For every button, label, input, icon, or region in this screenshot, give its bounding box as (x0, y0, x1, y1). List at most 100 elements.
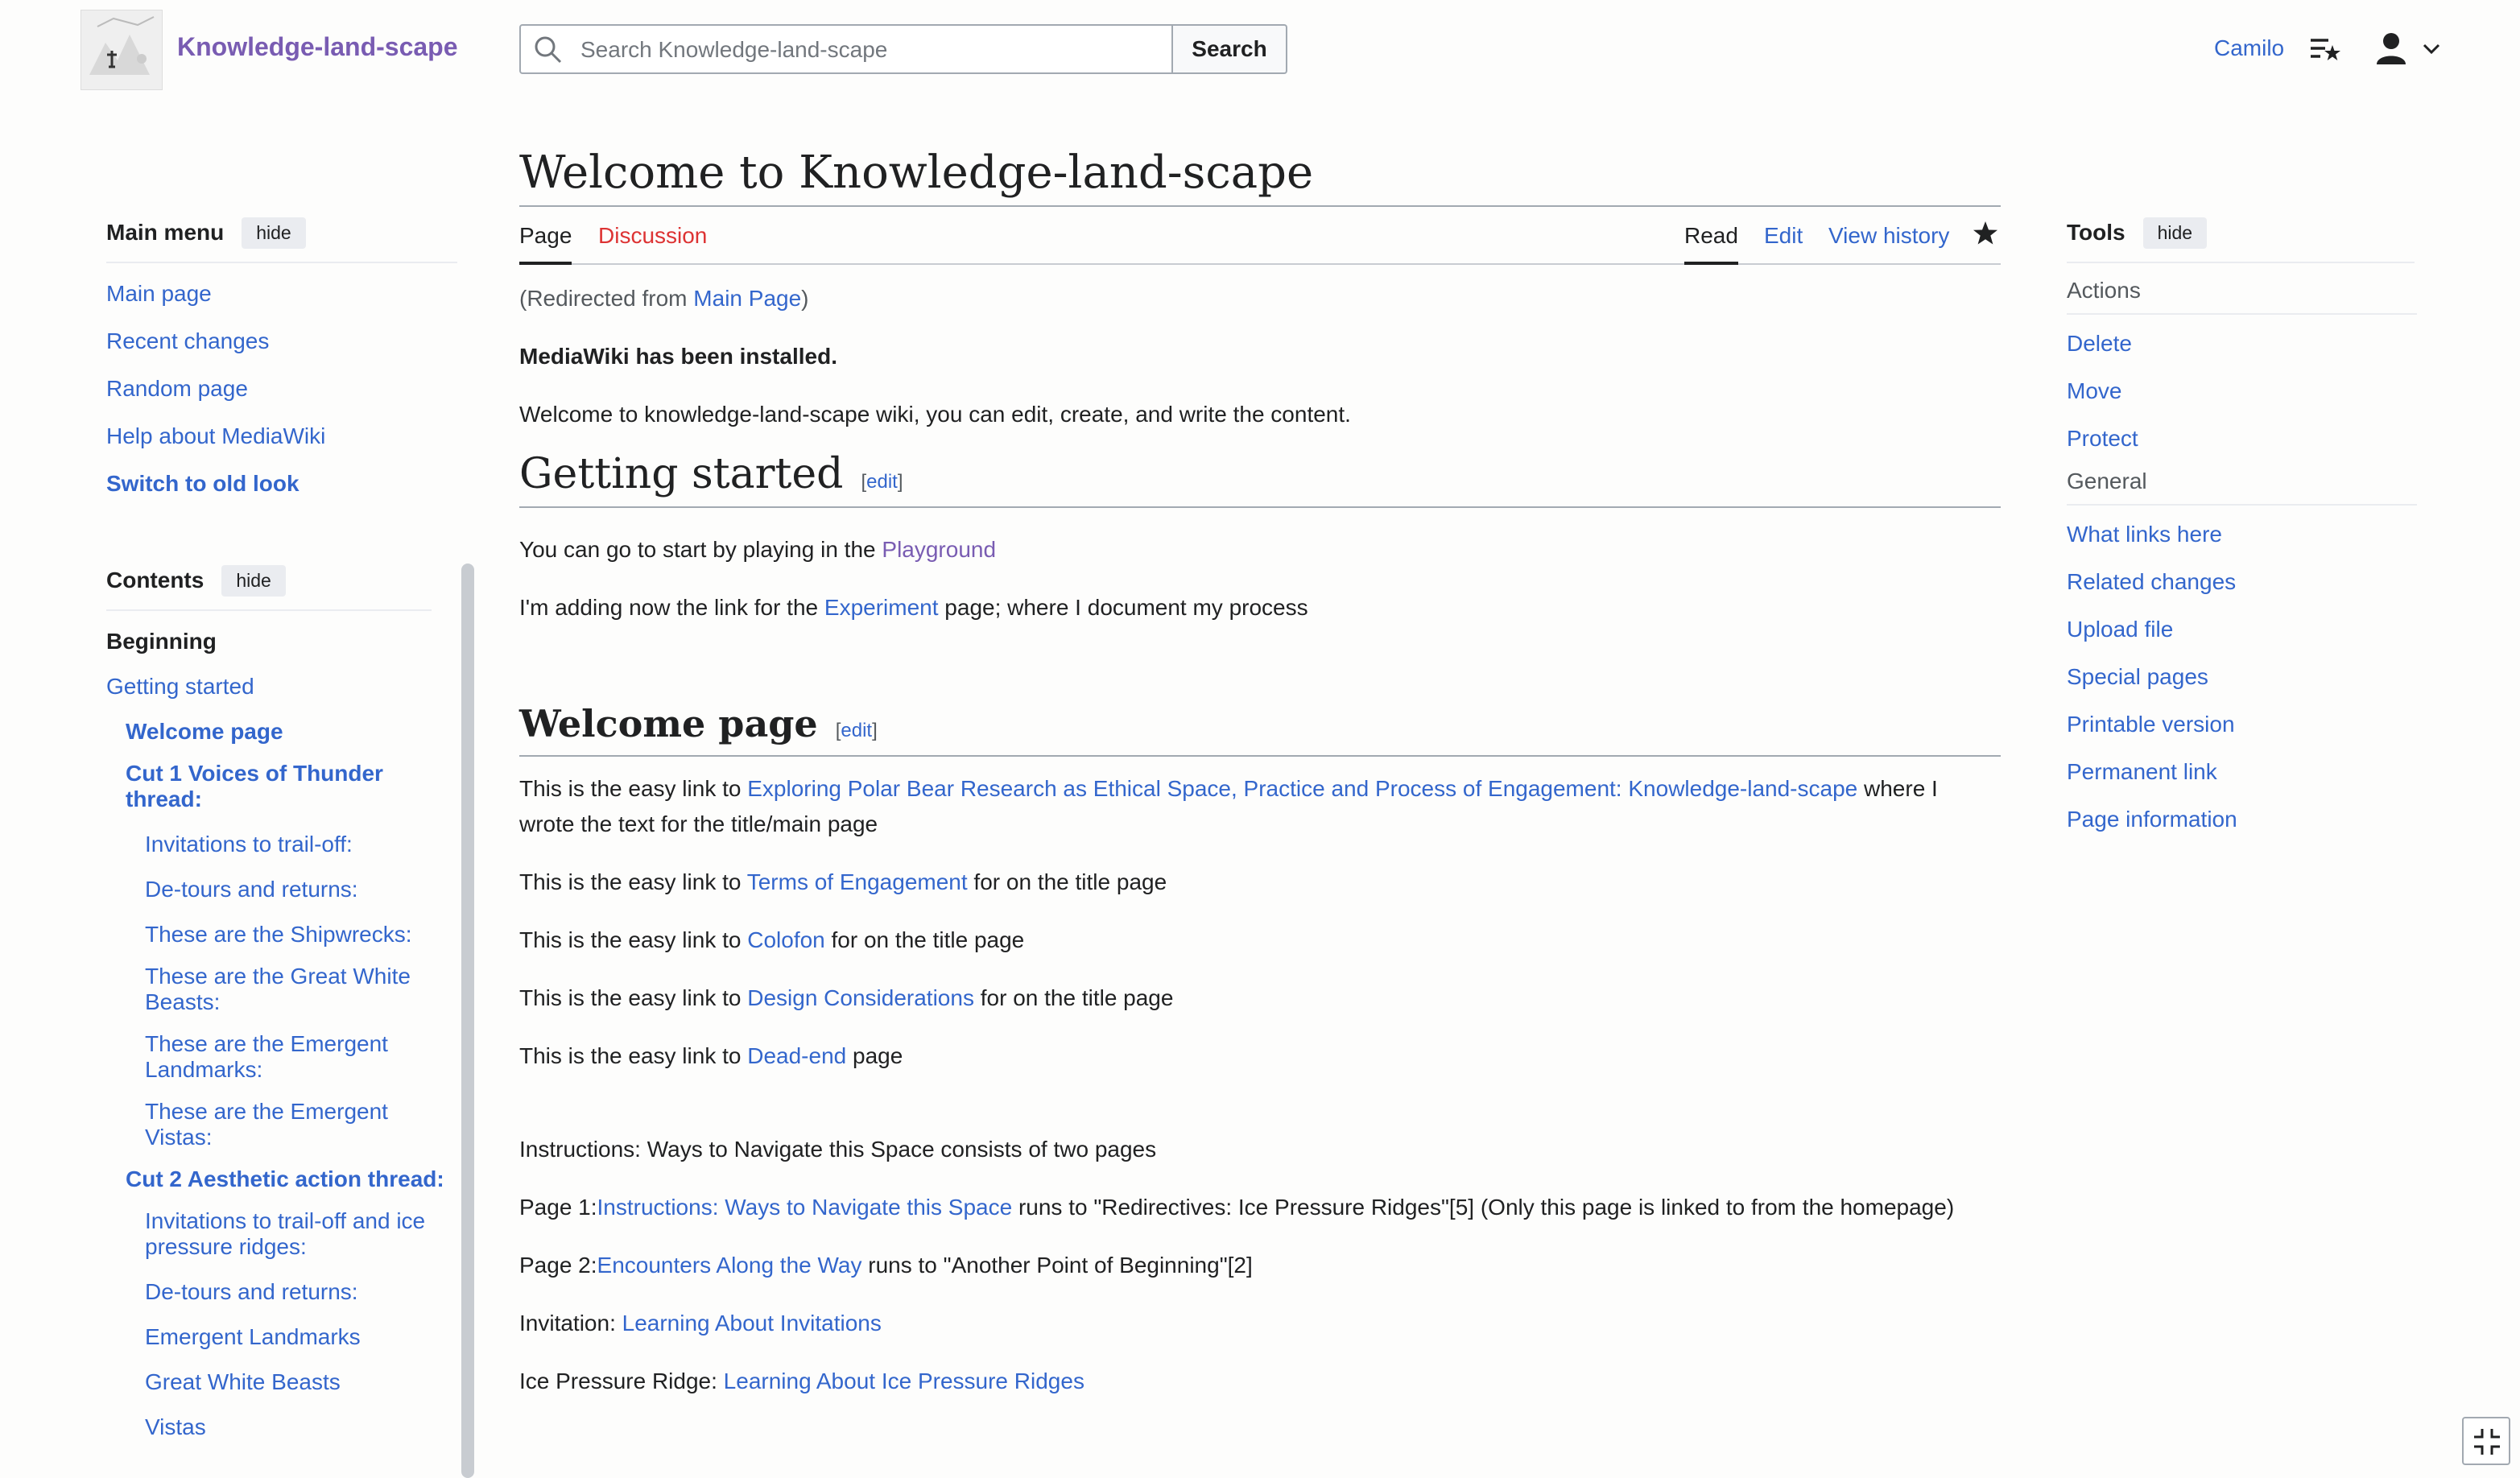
encounters-link[interactable]: Encounters Along the Way (597, 1253, 862, 1278)
toc-link[interactable]: Cut 2 Aesthetic action thread: (126, 1166, 444, 1191)
toc-link[interactable]: These are the Emergent Vistas: (145, 1099, 388, 1150)
user-page-link[interactable]: Camilo (2214, 35, 2284, 61)
toc-scrollbar[interactable] (461, 564, 474, 1478)
colofon-link[interactable]: Colofon (747, 927, 825, 952)
permanent-link[interactable]: Permanent link (2067, 759, 2217, 785)
tool-item-page-information[interactable]: Page information (2067, 795, 2417, 843)
what-links-here-link[interactable]: What links here (2067, 522, 2222, 547)
toc-link[interactable]: De-tours and returns: (145, 877, 358, 902)
text: page (846, 1043, 903, 1068)
search-box[interactable] (519, 24, 1173, 74)
tool-item-move[interactable]: Move (2067, 367, 2417, 415)
printable-version-link[interactable]: Printable version (2067, 712, 2235, 737)
edit-link[interactable]: edit (866, 471, 898, 493)
toc-link[interactable]: These are the Shipwrecks: (145, 922, 412, 947)
tab-read[interactable]: Read (1684, 223, 1738, 265)
protect-link[interactable]: Protect (2067, 426, 2138, 452)
toc-link[interactable]: Vistas (145, 1414, 206, 1440)
actions-list: Delete Move Protect (2067, 320, 2417, 462)
menu-link-random-page[interactable]: Random page (106, 376, 248, 402)
toc-item-getting-started[interactable]: Getting started (106, 664, 444, 709)
instructions-link[interactable]: Instructions: Ways to Navigate this Spac… (597, 1195, 1013, 1220)
tab-edit[interactable]: Edit (1764, 223, 1803, 262)
search-button[interactable]: Search (1173, 24, 1287, 74)
toc-item-beginning[interactable]: Beginning (106, 619, 444, 664)
toc-link[interactable]: Getting started (106, 674, 254, 700)
redirect-suffix: ) (801, 286, 809, 311)
toc-item-invitations-trail-off[interactable]: Invitations to trail-off: (106, 822, 444, 867)
section-edit-link[interactable]: [edit] (861, 471, 903, 493)
tool-item-printable-version[interactable]: Printable version (2067, 700, 2417, 748)
toc-item-emergent-landmarks[interactable]: These are the Emergent Landmarks: (106, 1025, 444, 1092)
toc-item-great-white-beasts[interactable]: These are the Great White Beasts: (106, 957, 444, 1025)
tool-item-delete[interactable]: Delete (2067, 320, 2417, 367)
toc-item-detours-returns[interactable]: De-tours and returns: (106, 867, 444, 912)
menu-link-main-page[interactable]: Main page (106, 281, 212, 307)
user-menu-dropdown[interactable] (2375, 32, 2448, 68)
toc-item-emergent-vistas[interactable]: These are the Emergent Vistas: (106, 1092, 444, 1160)
design-considerations-link[interactable]: Design Considerations (747, 985, 974, 1010)
toc-item-shipwrecks[interactable]: These are the Shipwrecks: (106, 912, 444, 957)
tool-item-related-changes[interactable]: Related changes (2067, 558, 2417, 605)
main-menu-hide-button[interactable]: hide (242, 217, 306, 249)
collapse-fullscreen-button[interactable] (2462, 1417, 2510, 1465)
tab-view-history[interactable]: View history (1828, 223, 1949, 262)
site-name-link[interactable]: Knowledge-land-scape (177, 32, 458, 62)
toc-link[interactable]: Welcome page (126, 719, 283, 745)
tools-hide-button[interactable]: hide (2142, 217, 2208, 249)
instructions-text: Instructions: Ways to Navigate this Spac… (519, 1137, 1157, 1162)
watchlist-icon[interactable] (2309, 34, 2341, 70)
dead-end-link[interactable]: Dead-end (747, 1043, 846, 1068)
toc-link[interactable]: These are the Great White Beasts: (145, 964, 411, 1014)
toc-link[interactable]: Emergent Landmarks (145, 1324, 361, 1350)
tool-item-permanent-link[interactable]: Permanent link (2067, 748, 2417, 795)
move-link[interactable]: Move (2067, 378, 2121, 404)
menu-link-switch-old-look[interactable]: Switch to old look (106, 471, 300, 497)
toc-link[interactable]: Invitations to trail-off: (145, 832, 353, 857)
contents-hide-button[interactable]: hide (221, 564, 286, 597)
tool-item-upload-file[interactable]: Upload file (2067, 605, 2417, 653)
toc-link[interactable]: De-tours and returns: (145, 1279, 358, 1305)
toc-item-cut-2[interactable]: Cut 2 Aesthetic action thread: (106, 1160, 444, 1202)
toc-item-welcome-page[interactable]: Welcome page (106, 709, 444, 754)
delete-link[interactable]: Delete (2067, 331, 2132, 357)
experiment-link[interactable]: Experiment (824, 595, 939, 620)
exploring-polar-bear-link[interactable]: Exploring Polar Bear Research as Ethical… (747, 776, 1857, 801)
upload-file-link[interactable]: Upload file (2067, 617, 2173, 642)
star-icon[interactable] (1972, 220, 1999, 266)
playground-link[interactable]: Playground (882, 537, 996, 562)
toc-item-detours-returns-2[interactable]: De-tours and returns: (106, 1270, 444, 1315)
menu-item-main-page[interactable]: Main page (106, 270, 461, 317)
toc-link[interactable]: Cut 1 Voices of Thunder thread: (126, 761, 383, 811)
toc-item-emergent-landmarks-2[interactable]: Emergent Landmarks (106, 1315, 444, 1360)
tool-item-what-links-here[interactable]: What links here (2067, 510, 2417, 558)
search-input[interactable] (579, 26, 1162, 74)
tool-item-special-pages[interactable]: Special pages (2067, 653, 2417, 700)
menu-item-help[interactable]: Help about MediaWiki (106, 412, 461, 460)
tool-item-protect[interactable]: Protect (2067, 415, 2417, 462)
redirect-link[interactable]: Main Page (693, 286, 801, 311)
special-pages-link[interactable]: Special pages (2067, 664, 2208, 690)
toc-item-great-white-beasts-2[interactable]: Great White Beasts (106, 1360, 444, 1405)
menu-item-recent-changes[interactable]: Recent changes (106, 317, 461, 365)
toc-link[interactable]: Invitations to trail-off and ice pressur… (145, 1208, 425, 1259)
toc-item-invitations-ice-ridges[interactable]: Invitations to trail-off and ice pressur… (106, 1202, 444, 1270)
menu-item-switch-old-look[interactable]: Switch to old look (106, 460, 461, 507)
toc-link[interactable]: Great White Beasts (145, 1369, 341, 1395)
terms-of-engagement-link[interactable]: Terms of Engagement (747, 869, 968, 894)
tab-page[interactable]: Page (519, 223, 572, 265)
ice-pressure-ridges-link[interactable]: Learning About Ice Pressure Ridges (724, 1369, 1084, 1393)
toc-item-cut-1[interactable]: Cut 1 Voices of Thunder thread: (106, 754, 444, 822)
page-information-link[interactable]: Page information (2067, 807, 2237, 832)
tab-discussion[interactable]: Discussion (598, 223, 707, 262)
site-logo[interactable] (81, 10, 163, 90)
edit-link[interactable]: edit (841, 720, 872, 741)
related-changes-link[interactable]: Related changes (2067, 569, 2236, 595)
menu-link-help[interactable]: Help about MediaWiki (106, 423, 325, 449)
invitations-link[interactable]: Learning About Invitations (622, 1311, 882, 1336)
menu-item-random-page[interactable]: Random page (106, 365, 461, 412)
toc-link[interactable]: These are the Emergent Landmarks: (145, 1031, 388, 1082)
toc-item-vistas[interactable]: Vistas (106, 1405, 444, 1450)
menu-link-recent-changes[interactable]: Recent changes (106, 328, 269, 354)
section-edit-link[interactable]: [edit] (836, 720, 878, 741)
